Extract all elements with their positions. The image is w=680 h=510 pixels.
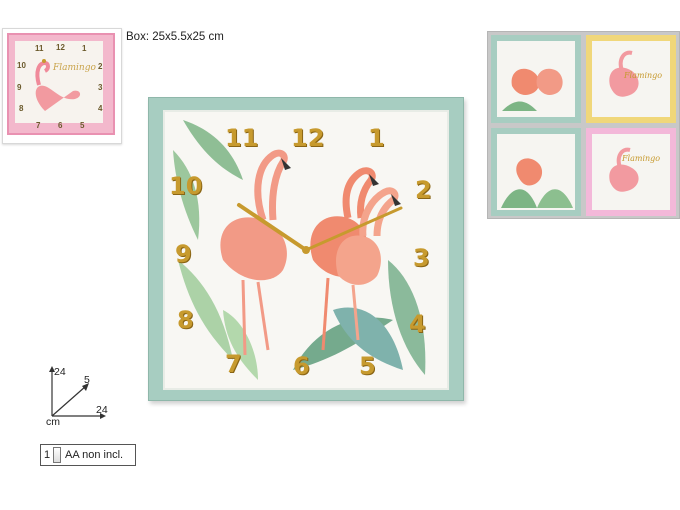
thumb-num-6: 6 [58,121,63,130]
variant-script-text: Flamingo [622,154,661,163]
clock-num-6: 6 [293,352,310,380]
battery-text: AA non incl. [65,449,124,461]
variant-script-text: Flamingo [624,71,663,80]
color-variants-image[interactable]: Flamingo Flamingo [487,31,680,219]
variant-face [497,134,575,210]
clock-num-4: 4 [409,310,426,338]
variant-pink[interactable]: Flamingo [586,128,676,216]
variant-face [497,41,575,117]
tropical-leaves-icon [173,120,426,380]
thumbnail-script-text: Flamingo [53,63,96,73]
dimension-height: 24 [54,366,66,378]
clock-num-9: 9 [175,240,192,268]
dimension-depth: 5 [84,374,90,386]
flamingo-icon [501,158,573,208]
clock-num-11: 11 [225,124,259,152]
thumb-num-11: 11 [35,44,44,53]
thumb-num-10: 10 [17,61,26,70]
product-thumbnail[interactable]: Flamingo 12 11 1 10 2 9 3 8 4 7 6 5 [2,28,122,144]
variant-face: Flamingo [592,134,670,210]
dimension-width: 24 [96,404,108,416]
flamingo-icon [502,68,563,111]
flamingo-icon [609,147,639,192]
variant-mint-2[interactable] [491,128,581,216]
clock-num-7: 7 [225,350,242,378]
thumb-num-9: 9 [17,83,22,92]
box-dimensions-label: Box: 25x5.5x25 cm [126,31,224,43]
clock-num-2: 2 [415,176,432,204]
clock-face: 12 11 1 10 2 9 3 8 4 7 6 5 [163,110,449,390]
main-clock-image[interactable]: 12 11 1 10 2 9 3 8 4 7 6 5 [148,97,464,401]
flamingo-artwork-icon [173,120,426,380]
thumbnail-flamingo-icon [35,59,81,111]
battery-info: 1 AA non incl. [40,444,136,466]
battery-count: 1 [43,449,51,461]
thumb-num-5: 5 [80,121,85,130]
variant-yellow[interactable]: Flamingo [586,35,676,123]
thumb-num-12: 12 [56,43,65,52]
thumb-num-1: 1 [82,44,87,53]
clock-num-3: 3 [413,244,430,272]
battery-icon [53,447,61,463]
dimension-unit: cm [46,416,60,428]
clock-num-10: 10 [169,172,203,200]
clock-num-12: 12 [291,124,325,152]
thumb-num-7: 7 [36,121,41,130]
clock-num-8: 8 [177,306,194,334]
dimensions-diagram: 24 5 24 cm [38,364,138,434]
thumbnail-clock-face: Flamingo [15,41,103,123]
variant-mint-1[interactable] [491,35,581,123]
thumb-num-2: 2 [98,62,103,71]
thumb-num-4: 4 [98,104,103,113]
thumb-num-8: 8 [19,104,24,113]
clock-num-5: 5 [359,352,376,380]
thumb-num-3: 3 [98,83,103,92]
dimension-axes-icon [49,366,106,419]
clock-num-1: 1 [368,124,385,152]
variant-face: Flamingo [592,41,670,117]
